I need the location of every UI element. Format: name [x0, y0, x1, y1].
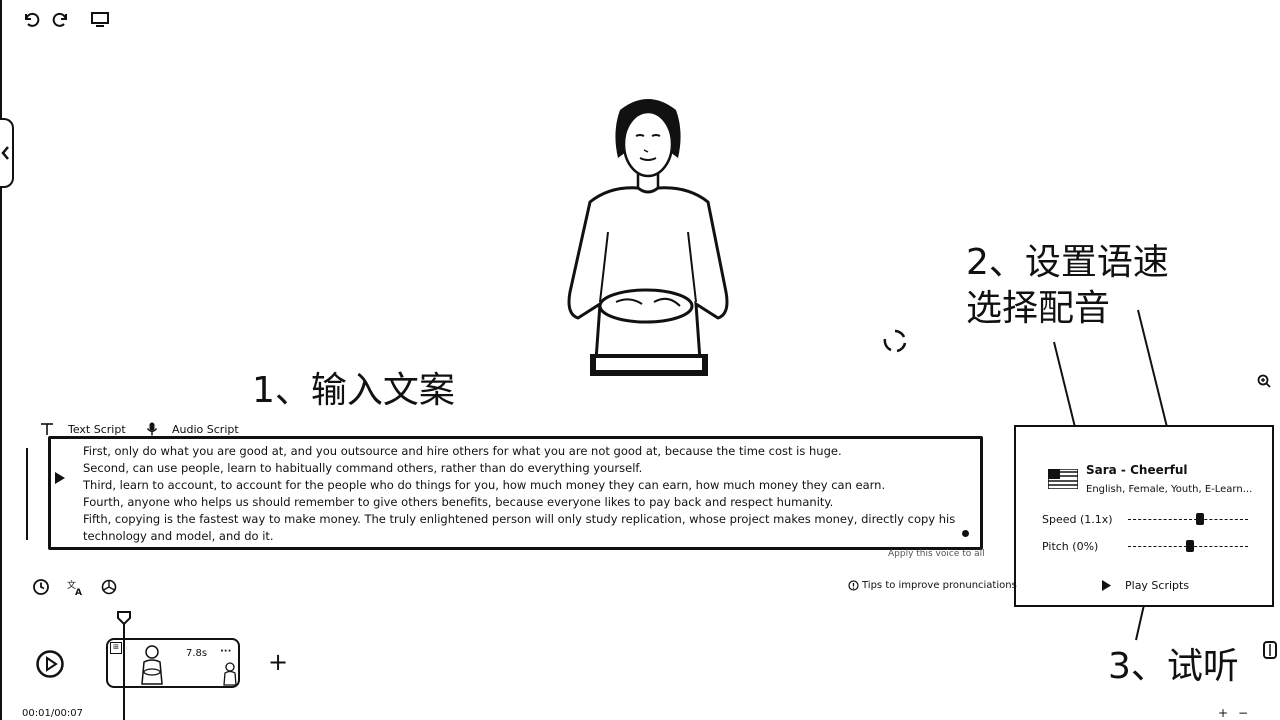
speed-label: Speed (1.1x): [1042, 513, 1113, 526]
resize-dot-icon[interactable]: [962, 530, 969, 537]
translate-button[interactable]: 文 A: [64, 576, 86, 598]
voice-description: English, Female, Youth, E-Learn...: [1086, 484, 1253, 495]
clip-duration: 7.8s: [186, 648, 208, 659]
playhead-handle[interactable]: [116, 610, 132, 626]
collapse-sidebar-handle[interactable]: [0, 118, 14, 188]
zoom-in-icon: [1257, 374, 1271, 388]
left-border: [0, 0, 2, 720]
voice-name[interactable]: Sara - Cheerful: [1086, 463, 1188, 477]
pitch-slider-thumb[interactable]: [1186, 540, 1194, 552]
tips-text: Tips to improve pronunciations: [862, 580, 1017, 591]
clock-icon: [33, 579, 49, 595]
redo-button[interactable]: [50, 8, 72, 30]
tab-text-script-label: Text Script: [68, 422, 126, 436]
play-scripts-label: Play Scripts: [1125, 579, 1190, 592]
flag-us-icon: [1048, 469, 1078, 489]
grid-icon[interactable]: [1262, 640, 1278, 660]
play-line-button[interactable]: [52, 470, 68, 486]
translate-icon: 文 A: [67, 579, 82, 596]
clip-badge-icon: ⊞: [110, 642, 122, 654]
monitor-icon: [91, 12, 109, 27]
apply-voice-link[interactable]: Apply this voice to all: [888, 549, 985, 559]
playhead-icon: [117, 611, 131, 626]
play-scripts-button[interactable]: Play Scripts: [1102, 579, 1189, 592]
script-line-2[interactable]: Second, can use people, learn to habitua…: [83, 460, 970, 477]
preview-button[interactable]: [89, 8, 111, 30]
microphone-icon: [146, 422, 158, 436]
playhead-line[interactable]: [123, 616, 125, 720]
clip-end-thumbnail: [223, 662, 237, 686]
redo-icon: [52, 12, 67, 27]
undo-icon: [25, 12, 40, 27]
voice-settings-panel: Sara - Cheerful English, Female, Youth, …: [1014, 425, 1274, 607]
presenter-figure: [567, 99, 729, 376]
ai-button[interactable]: [98, 576, 120, 598]
clip-avatar-thumbnail: [141, 645, 163, 685]
openai-icon: [101, 579, 117, 595]
annotation-step2-line2: 选择配音: [966, 288, 1111, 329]
annotation-step3: 3、试听: [1108, 646, 1239, 687]
script-line-4[interactable]: Fourth, anyone who helps us should remem…: [83, 494, 970, 511]
script-editor[interactable]: First, only do what you are good at, and…: [48, 436, 983, 550]
chevron-left-icon: [1, 146, 9, 160]
text-icon: [41, 423, 53, 435]
zoom-button[interactable]: [1255, 372, 1273, 390]
history-button[interactable]: [30, 576, 52, 598]
timeline-time: 00:01/00:07: [22, 708, 84, 719]
annotation-step2-line1: 2、设置语速: [966, 242, 1169, 283]
tips-link[interactable]: Tips to improve pronunciations: [848, 580, 1017, 591]
script-line-1[interactable]: First, only do what you are good at, and…: [83, 443, 970, 460]
annotation-step1: 1、输入文案: [252, 370, 455, 411]
timeline-play-button[interactable]: [34, 648, 66, 680]
avatar-preview: [550, 92, 746, 382]
timeline-clip[interactable]: ⊞ 7.8s ···: [106, 638, 240, 688]
script-line-5[interactable]: Fifth, copying is the fastest way to mak…: [83, 511, 970, 545]
speed-slider[interactable]: [1128, 519, 1248, 521]
svg-text:A: A: [75, 588, 82, 596]
undo-button[interactable]: [20, 8, 42, 30]
timeline-zoom-in[interactable]: +: [1218, 706, 1228, 720]
clip-more-button[interactable]: ···: [220, 646, 231, 657]
play-icon: [1102, 580, 1111, 591]
speed-slider-thumb[interactable]: [1196, 513, 1204, 525]
tab-audio-script-label: Audio Script: [172, 422, 239, 436]
timeline-zoom-out[interactable]: −: [1238, 706, 1248, 720]
play-circle-icon: [36, 650, 64, 678]
pitch-label: Pitch (0%): [1042, 540, 1099, 553]
play-icon: [55, 472, 65, 484]
script-line-3[interactable]: Third, learn to account, to account for …: [83, 477, 970, 494]
add-scene-button[interactable]: +: [268, 650, 288, 674]
info-icon: [848, 580, 859, 591]
script-scroll-bar[interactable]: [26, 448, 28, 540]
loading-spinner-icon: [882, 328, 908, 354]
